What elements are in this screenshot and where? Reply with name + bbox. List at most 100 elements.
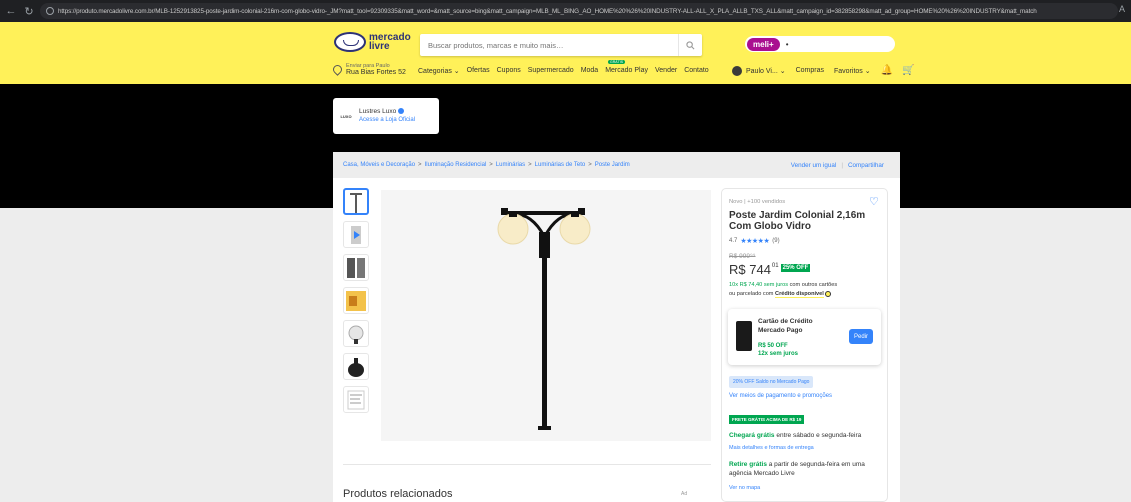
thumbnail-6[interactable] bbox=[343, 353, 369, 380]
promo-dot: • bbox=[785, 39, 789, 49]
thumbnail-3[interactable] bbox=[343, 254, 369, 281]
condition-sold: Novo | +100 vendidos bbox=[729, 199, 786, 205]
section-divider bbox=[343, 464, 711, 465]
breadcrumb: Casa, Móveis e Decoração > Iluminação Re… bbox=[333, 152, 900, 178]
nav-favoritos[interactable]: Favoritos ⌄ bbox=[834, 67, 871, 75]
product-main-image[interactable] bbox=[381, 190, 711, 441]
site-info-icon[interactable] bbox=[46, 7, 54, 15]
current-price: R$ 744 01 25% OFF bbox=[729, 262, 811, 277]
info-icon[interactable] bbox=[825, 290, 832, 297]
rating-value: 4.7 bbox=[729, 238, 738, 244]
thumbnail-2-video[interactable] bbox=[343, 221, 369, 248]
logo-line2: livre bbox=[369, 41, 390, 52]
nav-cupons[interactable]: Cupons bbox=[497, 67, 521, 75]
thumbnail-5[interactable] bbox=[343, 320, 369, 347]
handshake-icon bbox=[334, 32, 366, 52]
thumbnail-4[interactable] bbox=[343, 287, 369, 314]
card-discount: R$ 50 OFF bbox=[758, 343, 788, 349]
favorite-heart-icon[interactable]: ♡ bbox=[869, 197, 880, 208]
installments-line2: ou parcelado com bbox=[729, 291, 776, 297]
original-price: R$ 999⁹⁹ bbox=[729, 253, 756, 260]
breadcrumb-item[interactable]: Casa, Móveis e Decoração bbox=[343, 162, 415, 168]
delivery-free-label: Chegará grátis bbox=[729, 432, 775, 439]
nav-vender[interactable]: Vender bbox=[655, 67, 677, 75]
store-logo: LUXO bbox=[340, 113, 352, 119]
user-menu: Paulo Vi... ⌄ Compras Favoritos ⌄ 🔔 🛒 bbox=[732, 65, 915, 76]
delivery-estimate: Chegará grátis entre sábado e segunda-fe… bbox=[729, 432, 861, 439]
cart-icon[interactable]: 🛒 bbox=[902, 65, 914, 76]
installments-rest: com outros cartões bbox=[788, 282, 838, 288]
search-input[interactable] bbox=[428, 40, 678, 50]
pickup-free-label: Retire grátis bbox=[729, 461, 767, 468]
nav-categorias[interactable]: Categorias ⌄ bbox=[418, 67, 460, 75]
mercadolivre-logo[interactable]: mercado livre bbox=[334, 32, 411, 52]
new-badge: GRÁTIS bbox=[608, 60, 626, 64]
delivery-details-link[interactable]: Mais detalhes e formas de entrega bbox=[729, 445, 814, 451]
meli-plus-banner[interactable]: meli+ • bbox=[745, 36, 895, 52]
pickup-estimate: Retire grátis a partir de segunda-feira … bbox=[729, 460, 881, 478]
reload-icon[interactable]: ↻ bbox=[22, 5, 36, 18]
thumbnail-1[interactable] bbox=[343, 188, 369, 215]
installments-info: 10x R$ 74,40 sem juros com outros cartõe… bbox=[729, 281, 884, 299]
avatar[interactable] bbox=[732, 65, 742, 76]
location-address: Rua Bias Fortes 52 bbox=[346, 69, 406, 76]
store-link[interactable]: Acesse a Loja Oficial bbox=[359, 116, 415, 124]
nav-supermercado[interactable]: Supermercado bbox=[528, 67, 574, 75]
nav-moda[interactable]: Moda bbox=[581, 67, 599, 75]
user-name[interactable]: Paulo Vi... ⌄ bbox=[746, 67, 786, 75]
sell-same-link[interactable]: Vender um igual bbox=[791, 162, 837, 169]
price-value: R$ 744 bbox=[729, 262, 771, 277]
thumbnail-7[interactable] bbox=[343, 386, 369, 413]
notification-bell-icon[interactable]: 🔔 bbox=[881, 65, 893, 76]
url-text: https://produto.mercadolivre.com.br/MLB-… bbox=[58, 7, 1037, 15]
bookmark-icon[interactable]: A bbox=[1119, 4, 1125, 14]
price-cents: 01 bbox=[771, 263, 779, 269]
nav-mercado-play[interactable]: Mercado Play bbox=[605, 67, 648, 75]
breadcrumb-separator: > bbox=[528, 162, 532, 168]
official-store-card[interactable]: LUXO Lustres Luxo Acesse a Loja Oficial bbox=[333, 98, 439, 134]
verified-icon bbox=[398, 108, 405, 115]
card-offer-title: Cartão de Crédito Mercado Pago bbox=[758, 318, 813, 334]
breadcrumb-separator: > bbox=[588, 162, 592, 168]
breadcrumb-item[interactable]: Luminárias bbox=[496, 162, 525, 168]
delivery-location[interactable]: Enviar para Paulo Rua Bias Fortes 52 bbox=[331, 63, 406, 77]
nav-contato[interactable]: Contato bbox=[684, 67, 709, 75]
discount-badge: 25% OFF bbox=[780, 264, 811, 272]
request-card-button[interactable]: Pedir bbox=[849, 329, 873, 344]
breadcrumb-item[interactable]: Poste Jardim bbox=[595, 162, 630, 168]
search-icon[interactable] bbox=[678, 34, 702, 56]
see-map-link[interactable]: Ver no mapa bbox=[729, 485, 760, 491]
breadcrumb-separator: > bbox=[489, 162, 493, 168]
thumbnail-list bbox=[343, 188, 369, 419]
rating[interactable]: 4.7 ★★★★★ (9) bbox=[729, 237, 780, 245]
credit-available-link[interactable]: Crédito disponível bbox=[775, 291, 824, 298]
star-rating-icon: ★★★★★ bbox=[740, 238, 770, 245]
store-name: Lustres Luxo bbox=[359, 108, 397, 115]
search-bar bbox=[420, 34, 702, 56]
address-bar[interactable]: https://produto.mercadolivre.com.br/MLB-… bbox=[40, 3, 1118, 19]
main-nav: Categorias ⌄ Ofertas Cupons Supermercado… bbox=[418, 67, 716, 75]
back-icon[interactable]: ← bbox=[4, 5, 18, 17]
credit-card-image bbox=[736, 321, 752, 351]
related-products-title: Produtos relacionados bbox=[343, 488, 453, 500]
installments-green: 10x R$ 74,40 sem juros bbox=[729, 282, 789, 288]
credit-card-offer: Cartão de Crédito Mercado Pago R$ 50 OFF… bbox=[728, 309, 881, 365]
breadcrumb-separator: > bbox=[418, 162, 422, 168]
payment-methods-link[interactable]: Ver meios de pagamento e promoções bbox=[729, 393, 832, 399]
breadcrumb-item[interactable]: Luminárias de Teto bbox=[535, 162, 586, 168]
card-installments: 12x sem juros bbox=[758, 351, 799, 357]
share-link[interactable]: Compartilhar bbox=[848, 162, 884, 169]
location-pin-icon bbox=[331, 63, 344, 76]
review-count: (9) bbox=[772, 238, 780, 244]
site-header: mercado livre meli+ • Enviar para Paulo … bbox=[0, 22, 1131, 84]
nav-compras[interactable]: Compras bbox=[796, 67, 824, 74]
ad-label: Ad bbox=[681, 491, 688, 497]
buy-box: Novo | +100 vendidos ♡ Poste Jardim Colo… bbox=[721, 188, 888, 502]
meli-plus-badge: meli+ bbox=[747, 37, 780, 51]
free-shipping-badge: FRETE GRÁTIS ACIMA DE R$ 19 bbox=[729, 415, 805, 424]
browser-toolbar: ← ↻ https://produto.mercadolivre.com.br/… bbox=[0, 0, 1131, 22]
breadcrumb-actions: Vender um igual | Compartilhar bbox=[790, 161, 884, 169]
breadcrumb-item[interactable]: Iluminação Residencial bbox=[425, 162, 487, 168]
delivery-dates: entre sábado e segunda-feira bbox=[774, 432, 862, 439]
nav-ofertas[interactable]: Ofertas bbox=[467, 67, 490, 75]
